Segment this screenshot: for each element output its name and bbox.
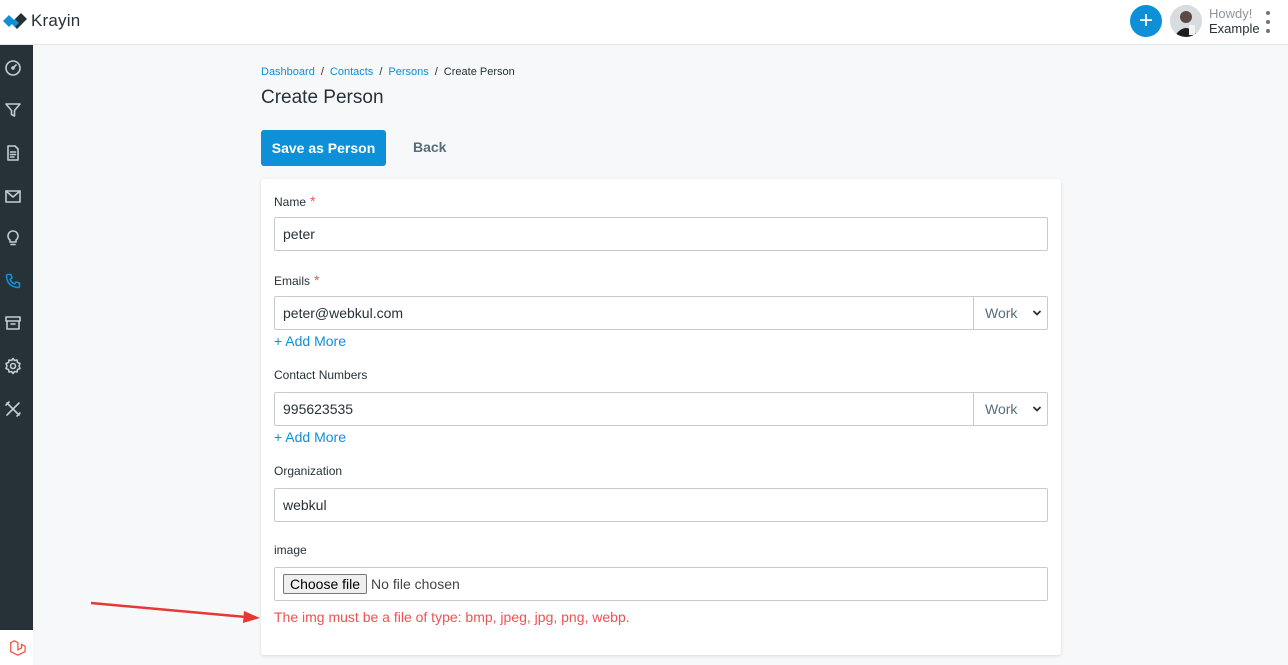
document-icon[interactable] [4,144,22,162]
funnel-icon[interactable] [4,101,22,119]
breadcrumb-separator: / [379,66,383,78]
phone-icon[interactable] [4,272,22,290]
add-more-email-link[interactable]: + Add More [274,333,346,349]
top-bar: Krayin + Howdy! Example [0,0,1288,45]
sidebar [0,45,33,665]
chevron-down-icon [1032,310,1042,316]
breadcrumb-dashboard[interactable]: Dashboard [261,66,315,78]
breadcrumb-separator: / [434,66,438,78]
laravel-debugbar-icon[interactable] [0,630,33,665]
gear-icon[interactable] [4,357,22,375]
file-status-text: No file chosen [371,576,460,592]
contact-numbers-label: Contact Numbers [274,368,368,382]
chevron-down-icon [1032,406,1042,412]
breadcrumb-separator: / [320,66,324,78]
quick-add-button[interactable]: + [1130,5,1162,37]
contact-number-type-value: Work [985,401,1018,417]
user-avatar-icon [1170,5,1202,37]
email-type-select[interactable]: Work [974,296,1048,330]
app-name: Krayin [31,11,81,30]
save-as-person-button[interactable]: Save as Person [261,130,386,166]
tools-icon[interactable] [4,400,22,418]
breadcrumb: Dashboard / Contacts / Persons / Create … [261,66,515,78]
name-label: Name * [274,193,315,209]
annotation-arrow-icon [90,601,260,623]
mail-icon[interactable] [4,187,22,205]
required-marker: * [310,193,316,209]
email-type-value: Work [985,305,1018,321]
back-button[interactable]: Back [413,139,446,155]
app-logo[interactable]: Krayin [2,10,80,32]
image-label: image [274,543,307,557]
organization-input[interactable]: webkul [274,488,1048,522]
breadcrumb-contacts[interactable]: Contacts [330,66,373,78]
add-more-contact-number-link[interactable]: + Add More [274,429,346,445]
breadcrumb-current: Create Person [443,66,515,78]
breadcrumb-persons[interactable]: Persons [388,66,428,78]
archive-icon[interactable] [4,314,22,332]
image-error-message: The img must be a file of type: bmp, jpe… [274,609,630,625]
kebab-menu-icon[interactable] [1264,11,1272,33]
image-file-input[interactable]: Choose file No file chosen [274,567,1048,601]
required-marker: * [314,272,320,288]
krayin-logo-icon [3,13,27,29]
gauge-icon[interactable] [4,59,22,77]
plus-icon: + [1138,7,1153,34]
contact-number-input[interactable]: 995623535 [274,392,974,426]
page-title: Create Person [261,87,384,108]
name-input[interactable]: peter [274,217,1048,251]
email-input[interactable]: peter@webkul.com [274,296,974,330]
person-form-card: Name * peter Emails * peter@webkul.com Wor… [261,179,1061,655]
contact-number-type-select[interactable]: Work [974,392,1048,426]
greeting-text: Howdy! [1209,6,1253,21]
organization-label: Organization [274,464,343,478]
name-label-text: Name [274,195,307,209]
emails-label: Emails * [274,272,319,288]
lightbulb-icon[interactable] [4,229,22,247]
username[interactable]: Example [1209,21,1260,36]
avatar[interactable] [1170,5,1202,37]
emails-label-text: Emails [274,274,311,288]
choose-file-button[interactable]: Choose file [283,574,368,594]
